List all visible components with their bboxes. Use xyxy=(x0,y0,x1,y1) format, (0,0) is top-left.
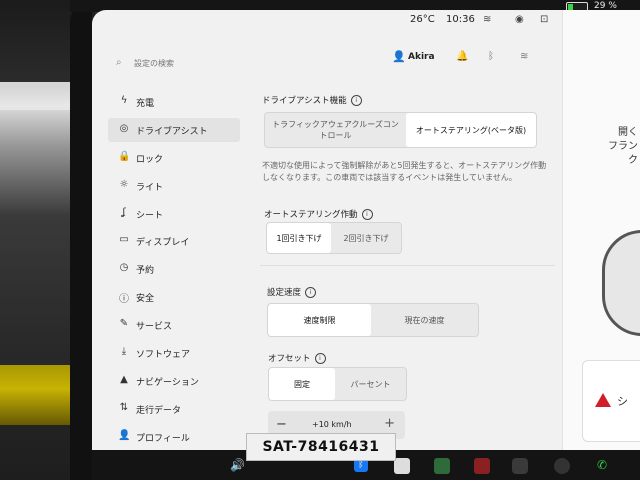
sidebar-item[interactable]: 👤 プロフィール xyxy=(108,425,240,449)
increase-offset-button[interactable]: + xyxy=(384,416,395,431)
sidebar-item[interactable]: ▲ ナビゲーション xyxy=(108,369,240,393)
background-yellow-object xyxy=(0,365,80,425)
info-icon[interactable]: i xyxy=(361,209,373,220)
autosteer-activation-selector: 1回引き下げ 2回引き下げ xyxy=(266,222,402,254)
offset-value: +10 km/h xyxy=(312,420,352,429)
camera-app-icon[interactable] xyxy=(512,458,528,474)
profile-icon: 👤 xyxy=(118,429,131,441)
percent-option[interactable]: パーセント xyxy=(335,368,406,400)
sidebar-item[interactable]: ʆ シート xyxy=(108,202,240,226)
info-icon[interactable]: i xyxy=(350,95,362,106)
app-icon[interactable] xyxy=(554,458,570,474)
sidebar-item-label: ロック xyxy=(136,154,164,165)
search-icon: ⌕ xyxy=(116,57,122,68)
app-icon[interactable] xyxy=(474,458,490,474)
search-input[interactable] xyxy=(132,54,256,72)
touchscreen: 開く フランク シ 26°C 10:36 ≋ ◉ ⊡ ⌕ 👤 Akira 🔔 ᛒ… xyxy=(92,10,640,450)
steering-wheel-icon: ◎ xyxy=(119,122,129,134)
decrease-offset-button[interactable]: − xyxy=(276,417,287,432)
bluetooth-icon[interactable]: ᛒ xyxy=(488,51,494,62)
sidebar-item[interactable]: ◎ ドライブアシスト xyxy=(108,117,240,142)
sidebar-item-label: ソフトウェア xyxy=(136,350,191,361)
lock-icon: 🔒 xyxy=(118,150,131,162)
wifi-settings-icon[interactable]: ≋ xyxy=(520,51,528,62)
download-icon: ⤓ xyxy=(121,346,127,358)
alert-text: シ xyxy=(617,395,628,408)
tacc-option[interactable]: トラフィックアウェアクルーズコントロール xyxy=(265,113,406,147)
set-speed-title: 設定速度 i xyxy=(267,286,317,298)
sidebar-item[interactable]: ☼ ライト xyxy=(108,174,240,198)
sidebar-item-label: サービス xyxy=(136,322,173,333)
sidebar-item[interactable]: ⇅ 走行データ xyxy=(108,397,240,421)
record-icon: ◉ xyxy=(515,14,524,25)
settings-sidebar: ϟ 充電 ◎ ドライブアシスト 🔒 ロック ☼ ライト ʆ シート ▭ ディスプレイ ◷ 予約 ⓘ 安全 ✎ サー… xyxy=(108,90,240,450)
sidebar-item[interactable]: ✎ サービス xyxy=(108,313,240,337)
app-icon[interactable] xyxy=(394,458,410,474)
sidebar-item-label: ディスプレイ xyxy=(136,238,190,249)
sidebar-item-label: 安全 xyxy=(136,294,155,305)
bell-icon[interactable]: 🔔 xyxy=(456,51,468,62)
current-speed-option[interactable]: 現在の速度 xyxy=(371,304,478,336)
sidebar-item-label: プロフィール xyxy=(136,433,190,444)
sidebar-item[interactable]: ◷ 予約 xyxy=(108,257,240,281)
sidebar-item-label: シート xyxy=(136,210,164,221)
clock-icon: ◷ xyxy=(119,262,129,274)
sidebar-item-label: ドライブアシスト xyxy=(136,126,208,137)
offset-type-selector: 固定 パーセント xyxy=(268,367,407,401)
autosteer-strike-notice: 不適切な使用によって強制解除があと5回発生すると、オートステアリング作動しなくな… xyxy=(262,161,547,182)
single-pull-option[interactable]: 1回引き下げ xyxy=(267,223,331,253)
user-name[interactable]: Akira xyxy=(408,52,435,62)
sidebar-item[interactable]: ⓘ 安全 xyxy=(108,285,240,309)
wifi-icon: ≋ xyxy=(483,14,492,25)
open-label: 開く xyxy=(618,127,638,138)
wrench-icon: ✎ xyxy=(119,318,129,330)
sidebar-item-label: 充電 xyxy=(136,99,155,109)
frunk-label: フランク xyxy=(608,141,638,166)
info-icon[interactable]: i xyxy=(305,287,317,298)
volume-icon[interactable]: 🔊 xyxy=(230,458,245,472)
offset-title: オフセット i xyxy=(268,352,326,364)
double-pull-option[interactable]: 2回引き下げ xyxy=(331,223,401,253)
drive-assist-title: ドライブアシスト機能 i xyxy=(262,94,362,106)
autosteer-activation-title: オートステアリング作動 i xyxy=(264,208,373,220)
bolt-icon: ϟ xyxy=(120,95,128,106)
energy-app-icon[interactable] xyxy=(434,458,450,474)
photo-id-label: SAT-78416431 xyxy=(246,433,396,461)
clock: 10:36 xyxy=(446,14,475,25)
info-icon[interactable]: i xyxy=(314,353,326,364)
sidebar-item-label: 走行データ xyxy=(136,405,182,416)
screen-bezel xyxy=(70,0,92,480)
sidebar-item-label: ナビゲーション xyxy=(136,377,199,388)
display-icon: ▭ xyxy=(119,234,129,246)
autosteer-option[interactable]: オートステアリング(ベータ版) xyxy=(406,113,536,147)
warning-icon xyxy=(595,393,611,407)
sidebar-item[interactable]: 🔒 ロック xyxy=(108,146,240,170)
sidebar-item[interactable]: ϟ 充電 xyxy=(108,90,240,114)
sidebar-item[interactable]: ⤓ ソフトウェア xyxy=(108,341,240,365)
sidebar-item-label: ライト xyxy=(136,182,164,193)
fixed-option[interactable]: 固定 xyxy=(269,368,335,400)
safety-icon: ⓘ xyxy=(119,294,129,306)
drive-assist-selector: トラフィックアウェアクルーズコントロール オートステアリング(ベータ版) xyxy=(264,112,537,148)
drive-assist-settings: ドライブアシスト機能 i トラフィックアウェアクルーズコントロール オートステアリ… xyxy=(260,90,560,450)
phone-icon[interactable]: ✆ xyxy=(597,458,607,472)
status-bar: 26°C 10:36 ≋ ◉ ⊡ xyxy=(92,10,562,32)
section-divider xyxy=(260,265,555,266)
lock-status-icon[interactable]: ⊡ xyxy=(540,14,548,25)
set-speed-selector: 速度制限 現在の速度 xyxy=(267,303,479,337)
sidebar-item-label: 予約 xyxy=(136,266,155,277)
user-icon[interactable]: 👤 xyxy=(392,50,406,63)
light-icon: ☼ xyxy=(119,178,129,190)
navigation-icon: ▲ xyxy=(120,373,128,385)
temperature: 26°C xyxy=(410,14,435,25)
speed-limit-option[interactable]: 速度制限 xyxy=(268,304,371,336)
trip-icon: ⇅ xyxy=(119,401,129,413)
sidebar-item[interactable]: ▭ ディスプレイ xyxy=(108,229,240,253)
alert-card[interactable]: シ xyxy=(582,360,640,442)
frunk-open-control[interactable]: 開く フランク xyxy=(608,126,638,168)
seat-icon: ʆ xyxy=(122,206,126,218)
